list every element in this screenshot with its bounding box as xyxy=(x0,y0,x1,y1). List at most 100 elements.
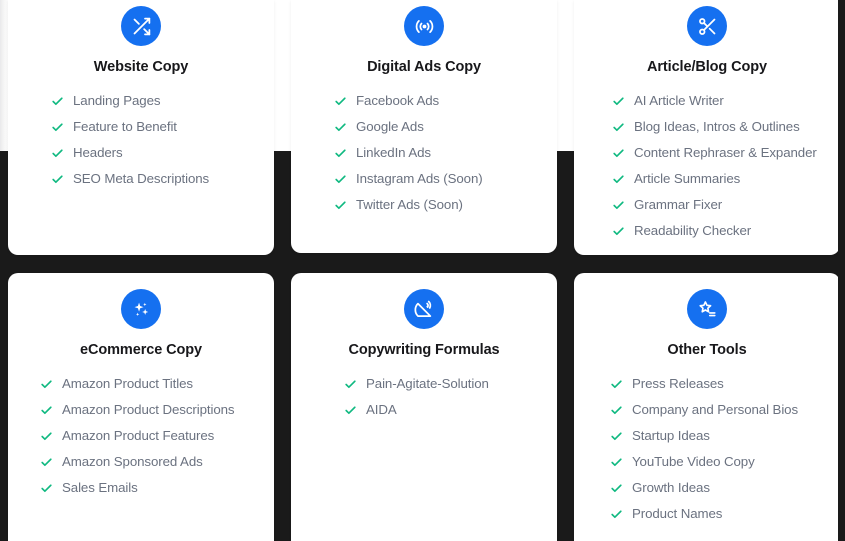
tools-grid-row-1: Website Copy Landing Pages Feature to Be… xyxy=(8,0,840,255)
list-item-label: LinkedIn Ads xyxy=(356,145,431,160)
list-item-label: Readability Checker xyxy=(634,223,752,238)
list-item[interactable]: Feature to Benefit xyxy=(51,114,260,140)
list-item[interactable]: YouTube Video Copy xyxy=(610,449,826,475)
check-icon xyxy=(334,192,347,218)
tool-card-title: Article/Blog Copy xyxy=(647,59,767,75)
list-item-label: Feature to Benefit xyxy=(73,119,177,134)
list-item[interactable]: Headers xyxy=(51,140,260,166)
check-icon xyxy=(40,397,53,423)
list-item-label: Amazon Product Titles xyxy=(62,376,193,391)
tools-grid-row-2: eCommerce Copy Amazon Product Titles Ama… xyxy=(8,273,840,541)
list-item[interactable]: AI Article Writer xyxy=(612,88,826,114)
check-icon xyxy=(51,88,64,114)
list-item[interactable]: AIDA xyxy=(344,397,543,423)
tool-card-digital-ads-copy[interactable]: Digital Ads Copy Facebook Ads Google Ads xyxy=(291,0,557,253)
list-item-label: Pain-Agitate-Solution xyxy=(366,376,489,391)
sparkles-icon xyxy=(121,289,161,329)
list-item[interactable]: LinkedIn Ads xyxy=(334,140,543,166)
list-item-label: YouTube Video Copy xyxy=(632,454,755,469)
tool-feature-list: Facebook Ads Google Ads LinkedIn Ads Ins… xyxy=(334,88,543,218)
tool-feature-list: AI Article Writer Blog Ideas, Intros & O… xyxy=(612,88,826,244)
list-item[interactable]: Pain-Agitate-Solution xyxy=(344,371,543,397)
list-item-label: Landing Pages xyxy=(73,93,161,108)
list-item[interactable]: Amazon Product Titles xyxy=(40,371,260,397)
list-item[interactable]: Landing Pages xyxy=(51,88,260,114)
check-icon xyxy=(344,397,357,423)
list-item[interactable]: Company and Personal Bios xyxy=(610,397,826,423)
list-item-label: Sales Emails xyxy=(62,480,138,495)
list-item-label: Blog Ideas, Intros & Outlines xyxy=(634,119,800,134)
list-item[interactable]: Instagram Ads (Soon) xyxy=(334,166,543,192)
scissors-icon xyxy=(687,6,727,46)
check-icon xyxy=(610,501,623,527)
list-item-label: Product Names xyxy=(632,506,723,521)
check-icon xyxy=(51,166,64,192)
check-icon xyxy=(51,114,64,140)
list-item[interactable]: Article Summaries xyxy=(612,166,826,192)
check-icon xyxy=(344,371,357,397)
tool-card-title: Other Tools xyxy=(667,342,747,358)
list-item[interactable]: SEO Meta Descriptions xyxy=(51,166,260,192)
list-item[interactable]: Amazon Product Features xyxy=(40,423,260,449)
list-item-label: Amazon Product Descriptions xyxy=(62,402,235,417)
check-icon xyxy=(40,449,53,475)
tool-card-copywriting-formulas[interactable]: Copywriting Formulas Pain-Agitate-Soluti… xyxy=(291,273,557,541)
list-item-label: Amazon Product Features xyxy=(62,428,215,443)
check-icon xyxy=(612,192,625,218)
tool-card-title: eCommerce Copy xyxy=(80,342,202,358)
tool-card-article-blog-copy[interactable]: Article/Blog Copy AI Article Writer Blog… xyxy=(574,0,840,255)
check-icon xyxy=(334,114,347,140)
check-icon xyxy=(610,475,623,501)
list-item-label: Company and Personal Bios xyxy=(632,402,799,417)
check-icon xyxy=(40,475,53,501)
list-item[interactable]: Growth Ideas xyxy=(610,475,826,501)
list-item[interactable]: Amazon Sponsored Ads xyxy=(40,449,260,475)
check-icon xyxy=(612,114,625,140)
list-item[interactable]: Startup Ideas xyxy=(610,423,826,449)
page-root: Website Copy Landing Pages Feature to Be… xyxy=(0,0,845,541)
list-item[interactable]: Product Names xyxy=(610,501,826,527)
list-item-label: Content Rephraser & Expander xyxy=(634,145,817,160)
list-item-label: Twitter Ads (Soon) xyxy=(356,197,463,212)
list-item[interactable]: Blog Ideas, Intros & Outlines xyxy=(612,114,826,140)
list-item[interactable]: Amazon Product Descriptions xyxy=(40,397,260,423)
list-item-label: Google Ads xyxy=(356,119,424,134)
broadcast-icon xyxy=(404,6,444,46)
list-item[interactable]: Readability Checker xyxy=(612,218,826,244)
list-item[interactable]: Facebook Ads xyxy=(334,88,543,114)
check-icon xyxy=(612,218,625,244)
list-item-label: SEO Meta Descriptions xyxy=(73,171,210,186)
check-icon xyxy=(612,166,625,192)
check-icon xyxy=(610,449,623,475)
list-item-label: AI Article Writer xyxy=(634,93,724,108)
check-icon xyxy=(40,371,53,397)
list-item[interactable]: Google Ads xyxy=(334,114,543,140)
check-icon xyxy=(612,88,625,114)
satellite-dish-icon xyxy=(404,289,444,329)
check-icon xyxy=(334,88,347,114)
tool-card-ecommerce-copy[interactable]: eCommerce Copy Amazon Product Titles Ama… xyxy=(8,273,274,541)
list-item-label: Headers xyxy=(73,145,123,160)
star-list-icon xyxy=(687,289,727,329)
list-item[interactable]: Sales Emails xyxy=(40,475,260,501)
list-item-label: Grammar Fixer xyxy=(634,197,723,212)
tool-card-title: Copywriting Formulas xyxy=(348,342,500,358)
check-icon xyxy=(610,397,623,423)
list-item[interactable]: Press Releases xyxy=(610,371,826,397)
list-item-label: Article Summaries xyxy=(634,171,741,186)
list-item[interactable]: Twitter Ads (Soon) xyxy=(334,192,543,218)
list-item[interactable]: Grammar Fixer xyxy=(612,192,826,218)
tool-card-title: Digital Ads Copy xyxy=(367,59,481,75)
list-item-label: Amazon Sponsored Ads xyxy=(62,454,203,469)
tool-feature-list: Press Releases Company and Personal Bios… xyxy=(610,371,826,527)
tool-card-other-tools[interactable]: Other Tools Press Releases Company and P… xyxy=(574,273,840,541)
check-icon xyxy=(334,140,347,166)
list-item-label: Press Releases xyxy=(632,376,724,391)
tool-feature-list: Landing Pages Feature to Benefit Headers xyxy=(51,88,260,192)
tool-feature-list: Amazon Product Titles Amazon Product Des… xyxy=(40,371,260,501)
list-item[interactable]: Content Rephraser & Expander xyxy=(612,140,826,166)
tool-card-website-copy[interactable]: Website Copy Landing Pages Feature to Be… xyxy=(8,0,274,255)
right-edge-strip xyxy=(838,0,845,541)
check-icon xyxy=(51,140,64,166)
list-item-label: Facebook Ads xyxy=(356,93,440,108)
